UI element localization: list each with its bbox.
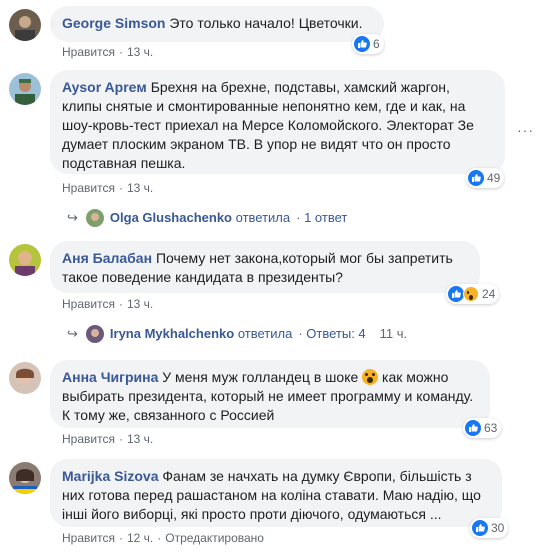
timestamp[interactable]: 13 ч. — [127, 432, 153, 446]
avatar — [85, 209, 104, 227]
comment-meta: Нравится · 13 ч. — [62, 181, 154, 195]
comment-author[interactable]: Аня Балабан — [62, 250, 152, 266]
comment-text: Это только начало! Цветочки. — [169, 15, 363, 31]
avatar[interactable] — [9, 462, 41, 494]
avatar[interactable] — [9, 362, 41, 394]
reaction-count[interactable]: 6 — [352, 34, 384, 54]
timestamp[interactable]: 13 ч. — [127, 297, 153, 311]
comment-author[interactable]: Marijka Sizova — [62, 468, 159, 484]
comment-author[interactable]: Анна Чигрина — [62, 369, 158, 385]
reply-action: ответила — [235, 210, 291, 225]
comment-meta: Нравится · 13 ч. — [62, 45, 154, 59]
comment-bubble: Marijka Sizova Фанам зе начхать на думку… — [50, 459, 502, 527]
comment-bubble: Aysor Apreм Брехня на брехне, подставы, … — [50, 70, 505, 174]
reply-author[interactable]: Iryna Mykhalchenko — [110, 325, 234, 343]
comment-meta: Нравится · 13 ч. — [62, 432, 154, 446]
like-link[interactable]: Нравится — [62, 531, 115, 545]
reply-arrow-icon: ↪ — [67, 326, 78, 341]
avatar[interactable] — [9, 9, 41, 41]
reply-summary[interactable]: ↪ Olga Glushachenko ответила · 1 ответ — [67, 209, 347, 227]
comment-author[interactable]: Aysor Apreм — [62, 79, 147, 95]
wow-icon — [463, 286, 479, 302]
comment-text: У меня муж голландец в шоке — [162, 369, 359, 385]
comment-bubble: George Simson Это только начало! Цветочк… — [50, 6, 384, 42]
reply-time[interactable]: 11 ч. — [380, 325, 408, 343]
like-link[interactable]: Нравится — [62, 432, 115, 446]
avatar[interactable] — [9, 73, 41, 105]
reply-action: ответила — [237, 326, 293, 341]
like-link[interactable]: Нравится — [62, 45, 115, 59]
reaction-count[interactable]: 30 — [470, 518, 509, 538]
reply-arrow-icon: ↪ — [67, 210, 78, 225]
like-link[interactable]: Нравится — [62, 181, 115, 195]
reply-count[interactable]: Ответы: 4 — [306, 325, 365, 343]
reply-author[interactable]: Olga Glushachenko — [110, 209, 232, 227]
reply-summary[interactable]: ↪ Iryna Mykhalchenko ответила · Ответы: … — [67, 325, 407, 343]
comment-bubble: Анна Чигрина У меня муж голландец в шоке… — [50, 360, 490, 428]
reaction-count[interactable]: 49 — [466, 168, 505, 188]
like-icon — [448, 286, 464, 302]
like-link[interactable]: Нравится — [62, 297, 115, 311]
timestamp[interactable]: 12 ч. — [127, 531, 153, 545]
like-icon — [465, 420, 481, 436]
timestamp[interactable]: 13 ч. — [127, 181, 153, 195]
avatar[interactable] — [9, 244, 41, 276]
reaction-count[interactable]: 24 — [446, 284, 500, 304]
astonished-emoji-icon — [362, 369, 379, 385]
comment-author[interactable]: George Simson — [62, 15, 165, 31]
reply-count[interactable]: 1 ответ — [304, 209, 347, 227]
like-icon — [354, 36, 370, 52]
edited-label[interactable]: Отредактировано — [165, 531, 264, 545]
like-icon — [468, 170, 484, 186]
like-icon — [472, 520, 488, 536]
reaction-count[interactable]: 63 — [463, 418, 502, 438]
comment-meta: Нравится · 12 ч. · Отредактировано — [62, 531, 264, 545]
more-options-icon[interactable]: ··· — [517, 122, 534, 138]
comment-meta: Нравится · 13 ч. — [62, 297, 154, 311]
avatar — [85, 325, 104, 343]
timestamp[interactable]: 13 ч. — [127, 45, 153, 59]
comment-bubble: Аня Балабан Почему нет закона,который мо… — [50, 241, 480, 293]
